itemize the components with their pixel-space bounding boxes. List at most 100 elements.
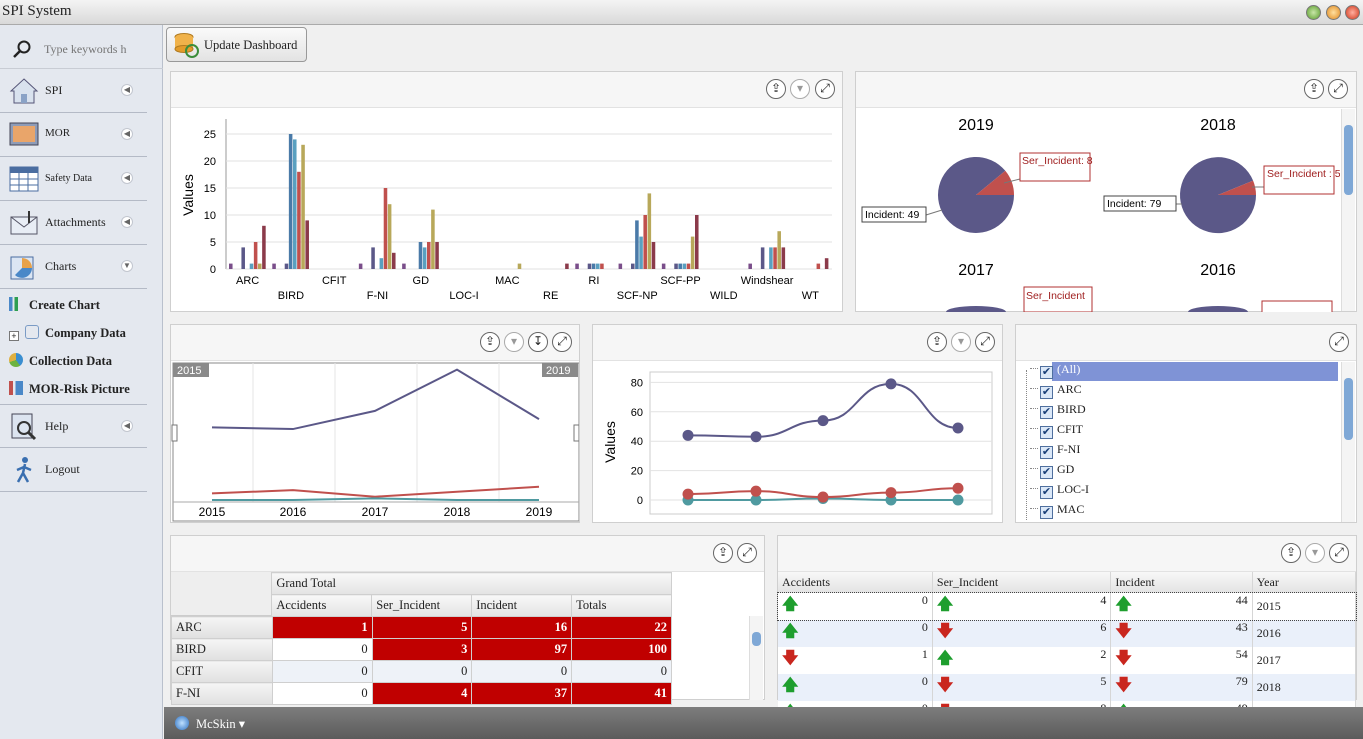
pivot-cell: 0 [371, 660, 473, 683]
expand-arrow-icon[interactable]: ◀ [121, 172, 133, 184]
filter-item[interactable]: ✔ LOC-I [1030, 482, 1089, 502]
collapse-arrow-icon[interactable]: ▼ [121, 260, 133, 272]
skin-selector[interactable]: McSkin ▾ [196, 716, 245, 732]
data-point[interactable] [750, 485, 762, 497]
x-tick-label: RI [588, 275, 599, 287]
bar [686, 263, 691, 269]
arrow-down-icon: 🡇 [1115, 650, 1132, 667]
filter-item[interactable]: ✔ MAC [1030, 502, 1084, 522]
pivot-table: Grand Total Accidents Ser_Incident Inciden… [171, 572, 672, 617]
expand-arrow-icon[interactable]: ◀ [121, 216, 133, 228]
expand-arrow-icon[interactable]: ◀ [121, 128, 133, 140]
data-point[interactable] [952, 482, 964, 494]
table-row[interactable]: 🡅 0 🡅 4 🡅 44 2015 [777, 592, 1357, 621]
export-icon[interactable]: ⇪ [1281, 543, 1301, 563]
arrow-up-icon: 🡅 [782, 596, 799, 613]
checkbox-checked-icon[interactable]: ✔ [1040, 446, 1053, 459]
checkbox-checked-icon[interactable]: ✔ [1040, 426, 1053, 439]
nav-mor[interactable]: MOR ◀ [0, 113, 147, 157]
maximize-panel-icon[interactable]: ⤢ [815, 79, 835, 99]
filter-item[interactable]: ✔ (All) [1030, 362, 1080, 382]
sort-icon[interactable]: ↧ [528, 332, 548, 352]
search-input[interactable] [44, 39, 149, 59]
range-series-line [212, 497, 539, 501]
expand-arrow-icon[interactable]: ◀ [121, 420, 133, 432]
grid-column-header[interactable]: Incident [1110, 572, 1253, 593]
pivot-row-header: ARC [171, 616, 273, 639]
close-icon[interactable] [1345, 5, 1360, 20]
nav-safety-data[interactable]: Safety Data ◀ [0, 157, 147, 201]
maximize-panel-icon[interactable]: ⤢ [975, 332, 995, 352]
nav-attachments[interactable]: Attachments ◀ [0, 201, 147, 245]
expand-arrow-icon[interactable]: ◀ [121, 84, 133, 96]
data-point[interactable] [952, 422, 964, 434]
export-icon[interactable]: ⇪ [1304, 79, 1324, 99]
bar [301, 144, 305, 269]
data-point[interactable] [885, 487, 897, 499]
pie-title-2017: 2017 [958, 262, 994, 279]
grid-column-header[interactable]: Year [1252, 572, 1357, 593]
grid-cell: 🡇 54 [1110, 647, 1253, 674]
checkbox-checked-icon[interactable]: ✔ [1040, 466, 1053, 479]
pie-scrollbar[interactable] [1341, 109, 1355, 311]
filter-clear-icon[interactable]: ▾ [790, 79, 810, 99]
data-point[interactable] [817, 491, 829, 503]
grid-column-header[interactable]: Accidents [778, 572, 933, 593]
data-point[interactable] [885, 378, 897, 390]
export-icon[interactable]: ⇪ [766, 79, 786, 99]
table-row[interactable]: 🡅 0 🡇 6 🡇 43 2016 [778, 620, 1357, 647]
data-point[interactable] [750, 431, 762, 443]
maximize-panel-icon[interactable]: ⤢ [737, 543, 757, 563]
nav-help[interactable]: Help ◀ [0, 404, 147, 448]
filter-scrollbar[interactable] [1341, 362, 1355, 522]
pivot-scrollbar[interactable] [749, 616, 763, 700]
submenu-collection-data[interactable]: Collection Data [9, 353, 112, 377]
maximize-panel-icon[interactable]: ⤢ [552, 332, 572, 352]
nav-charts[interactable]: Charts ▼ [0, 245, 147, 289]
maximize-icon[interactable] [1326, 5, 1341, 20]
nav-spi[interactable]: SPI ◀ [0, 69, 147, 113]
expand-plus-icon[interactable]: + [9, 331, 19, 341]
checkbox-checked-icon[interactable]: ✔ [1040, 366, 1053, 379]
submenu-mor-risk-picture[interactable]: MOR-Risk Picture [9, 381, 130, 405]
update-dashboard-button[interactable]: Update Dashboard [166, 27, 307, 62]
filter-clear-icon[interactable]: ▾ [951, 332, 971, 352]
nav-logout[interactable]: Logout [0, 448, 147, 492]
table-row[interactable]: 🡇 1 🡅 2 🡇 54 2017 [778, 647, 1357, 674]
filter-item[interactable]: ✔ CFIT [1030, 422, 1083, 442]
filter-clear-icon[interactable]: ▾ [1305, 543, 1325, 563]
submenu-company-data[interactable]: + Company Data [9, 325, 126, 349]
data-point[interactable] [682, 488, 694, 500]
export-icon[interactable]: ⇪ [713, 543, 733, 563]
maximize-panel-icon[interactable]: ⤢ [1329, 543, 1349, 563]
bar [674, 263, 678, 269]
data-point[interactable] [952, 494, 964, 506]
submenu-create-chart[interactable]: Create Chart [9, 297, 100, 321]
filter-item[interactable]: ✔ GD [1030, 462, 1074, 482]
table-row[interactable]: 🡅 0 🡇 5 🡇 79 2018 [778, 674, 1357, 701]
filter-clear-icon[interactable]: ▾ [504, 332, 524, 352]
filter-item[interactable]: ✔ ARC [1030, 382, 1082, 402]
filter-item[interactable]: ✔ F-NI [1030, 442, 1080, 462]
export-icon[interactable]: ⇪ [927, 332, 947, 352]
checkbox-checked-icon[interactable]: ✔ [1040, 386, 1053, 399]
pivot-cell: 16 [471, 616, 573, 639]
search-icon[interactable] [12, 39, 32, 59]
range-right-handle[interactable] [573, 424, 579, 442]
bar [678, 263, 682, 269]
checkbox-checked-icon[interactable]: ✔ [1040, 486, 1053, 499]
data-point[interactable] [682, 429, 694, 441]
range-end-label: 2019 [546, 365, 570, 377]
checkbox-checked-icon[interactable]: ✔ [1040, 406, 1053, 419]
export-icon[interactable]: ⇪ [480, 332, 500, 352]
checkbox-checked-icon[interactable]: ✔ [1040, 506, 1053, 519]
maximize-panel-icon[interactable]: ⤢ [1328, 79, 1348, 99]
range-left-handle[interactable] [171, 424, 178, 442]
grid-cell: 🡇 1 [778, 647, 933, 674]
minimize-icon[interactable] [1306, 5, 1321, 20]
data-point[interactable] [817, 415, 829, 427]
grid-column-header[interactable]: Ser_Incident [932, 572, 1112, 593]
maximize-panel-icon[interactable]: ⤢ [1329, 332, 1349, 352]
database-refresh-icon [174, 33, 199, 58]
filter-item[interactable]: ✔ BIRD [1030, 402, 1086, 422]
